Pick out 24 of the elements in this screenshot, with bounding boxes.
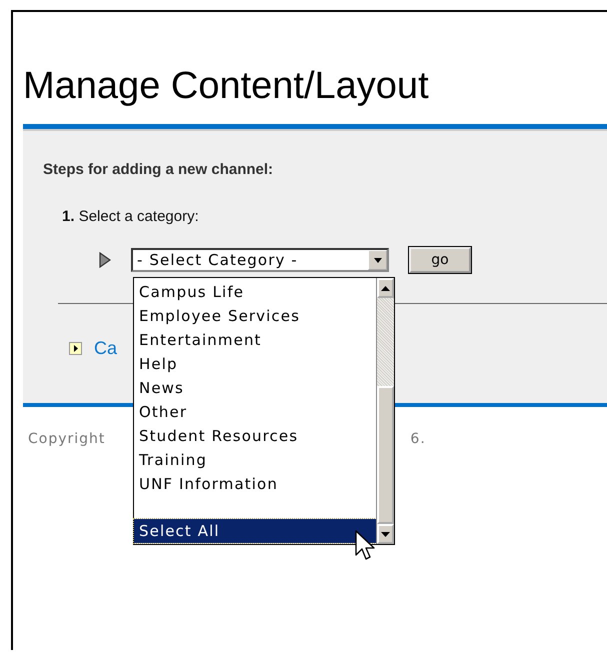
category-option[interactable]: News	[134, 376, 376, 400]
category-option[interactable]: Student Resources	[134, 424, 376, 448]
page-title: Manage Content/Layout	[23, 64, 430, 108]
triangle-icon	[99, 252, 111, 268]
category-option[interactable]: UNF Information	[134, 472, 376, 496]
category-option[interactable]: Entertainment	[134, 328, 376, 352]
scroll-down-arrow-icon[interactable]	[381, 532, 390, 536]
copyright-text: Copyright	[28, 431, 106, 447]
go-button[interactable]: go	[409, 247, 471, 273]
step-label: Select a category:	[78, 208, 199, 225]
category-option[interactable]: Employee Services	[134, 304, 376, 328]
category-select[interactable]: - Select Category -	[131, 248, 389, 272]
steps-heading: Steps for adding a new channel:	[43, 161, 274, 178]
category-option[interactable]: Select All	[134, 519, 376, 543]
copyright-text-end: 6.	[410, 431, 426, 447]
category-option[interactable]: Other	[134, 400, 376, 424]
category-option[interactable]: Campus Life	[134, 280, 376, 304]
step-number: 1.	[62, 208, 75, 225]
scrollbar[interactable]	[376, 278, 394, 544]
category-option[interactable]: Help	[134, 352, 376, 376]
category-link[interactable]: Ca	[94, 338, 118, 359]
scroll-up-arrow-icon[interactable]	[381, 286, 390, 290]
category-option[interactable]: Training	[134, 448, 376, 472]
expand-icon[interactable]	[69, 342, 82, 355]
